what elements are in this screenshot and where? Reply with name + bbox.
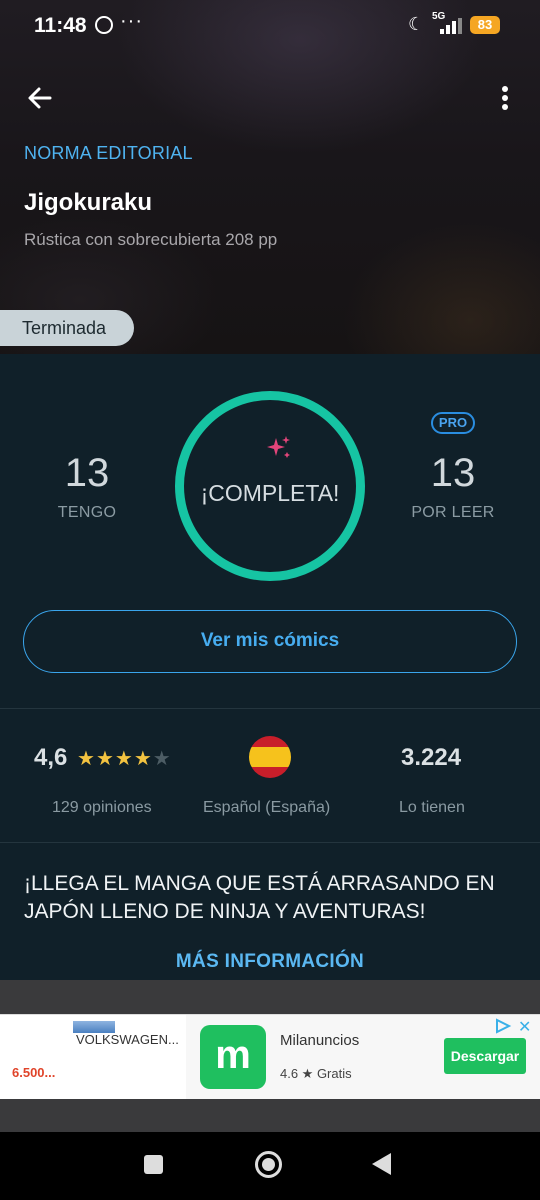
status-badge: Terminada <box>0 310 134 346</box>
star-icon: ★ <box>95 748 115 770</box>
star-empty-icon: ★ <box>152 748 172 770</box>
progress-ring[interactable]: ¡COMPLETA! <box>175 391 365 581</box>
star-icon: ★ <box>133 748 153 770</box>
owned-stat[interactable]: 13 TENGO <box>7 451 167 522</box>
status-time: 11:48 <box>34 14 87 37</box>
download-button[interactable]: Descargar <box>444 1038 526 1074</box>
owners-count: 3.224 <box>401 744 462 771</box>
ad-app-rating: 4.6 ★ Gratis <box>280 1066 352 1081</box>
page-title: Jigokuraku <box>24 189 153 216</box>
star-icon: ★ <box>114 748 134 770</box>
progress-label: ¡COMPLETA! <box>200 480 340 506</box>
do-not-disturb-icon: ☾ <box>408 14 425 34</box>
rating-stars[interactable]: ★★★★★ <box>77 746 172 771</box>
status-bar: 11:48 ··· ☾ 5G 83 <box>0 0 540 52</box>
star-icon: ★ <box>77 748 96 770</box>
sparkle-icon <box>267 436 290 458</box>
more-info-link[interactable]: MÁS INFORMACIÓN <box>0 951 540 973</box>
more-notifications-icon: ··· <box>120 10 143 32</box>
back-triangle-icon[interactable] <box>372 1153 391 1175</box>
ad-price: 6.500... <box>12 1065 56 1080</box>
battery-icon: 83 <box>470 16 500 34</box>
publisher-link[interactable]: NORMA EDITORIAL <box>24 143 193 164</box>
to-read-count: 13 <box>430 451 476 495</box>
signal-icon <box>440 18 462 34</box>
close-icon[interactable]: ✕ <box>518 1017 531 1037</box>
reviews-count[interactable]: 129 opiniones <box>52 799 152 817</box>
milanuncios-logo-icon: m <box>200 1025 266 1089</box>
to-read-stat[interactable]: 13 POR LEER <box>373 451 533 522</box>
more-options-button[interactable] <box>494 82 518 114</box>
arrow-left-icon <box>28 87 52 109</box>
to-read-label: POR LEER <box>411 504 495 521</box>
more-vertical-icon <box>502 86 508 92</box>
back-button[interactable] <box>24 82 56 114</box>
ad-app-name: Milanuncios <box>280 1032 360 1049</box>
spain-flag-icon <box>249 736 291 778</box>
home-circle-icon[interactable] <box>255 1151 282 1178</box>
ad-banner[interactable]: VOLKSWAGEN... 6.500... m Milanuncios 4.6… <box>0 1014 540 1099</box>
ad-app-promo[interactable]: m Milanuncios 4.6 ★ Gratis Descargar ✕ <box>186 1015 540 1099</box>
view-my-comics-button[interactable]: Ver mis cómics <box>23 610 517 673</box>
whatsapp-icon <box>95 16 113 34</box>
language-label: Español (España) <box>203 799 331 816</box>
owned-count: 13 <box>64 451 110 495</box>
ad-choices-icon[interactable] <box>494 1018 514 1034</box>
divider <box>0 842 540 843</box>
ad-car-title: VOLKSWAGEN... <box>76 1032 179 1047</box>
edition-subtitle: Rústica con sobrecubierta 208 pp <box>24 230 278 249</box>
recents-square-icon[interactable] <box>144 1155 163 1174</box>
owned-label: TENGO <box>57 504 117 521</box>
divider <box>0 708 540 709</box>
ad-car-listing[interactable]: VOLKSWAGEN... 6.500... <box>0 1015 186 1099</box>
pro-badge: PRO <box>431 412 475 434</box>
promo-description: ¡LLEGA EL MANGA QUE ESTÁ ARRASANDO EN JA… <box>24 872 495 923</box>
owners-label: Lo tienen <box>399 799 465 816</box>
rating-value: 4,6 <box>34 744 68 771</box>
navigation-bar <box>0 1132 540 1200</box>
header: 11:48 ··· ☾ 5G 83 NORMA EDITORIAL Jigoku… <box>0 0 540 354</box>
